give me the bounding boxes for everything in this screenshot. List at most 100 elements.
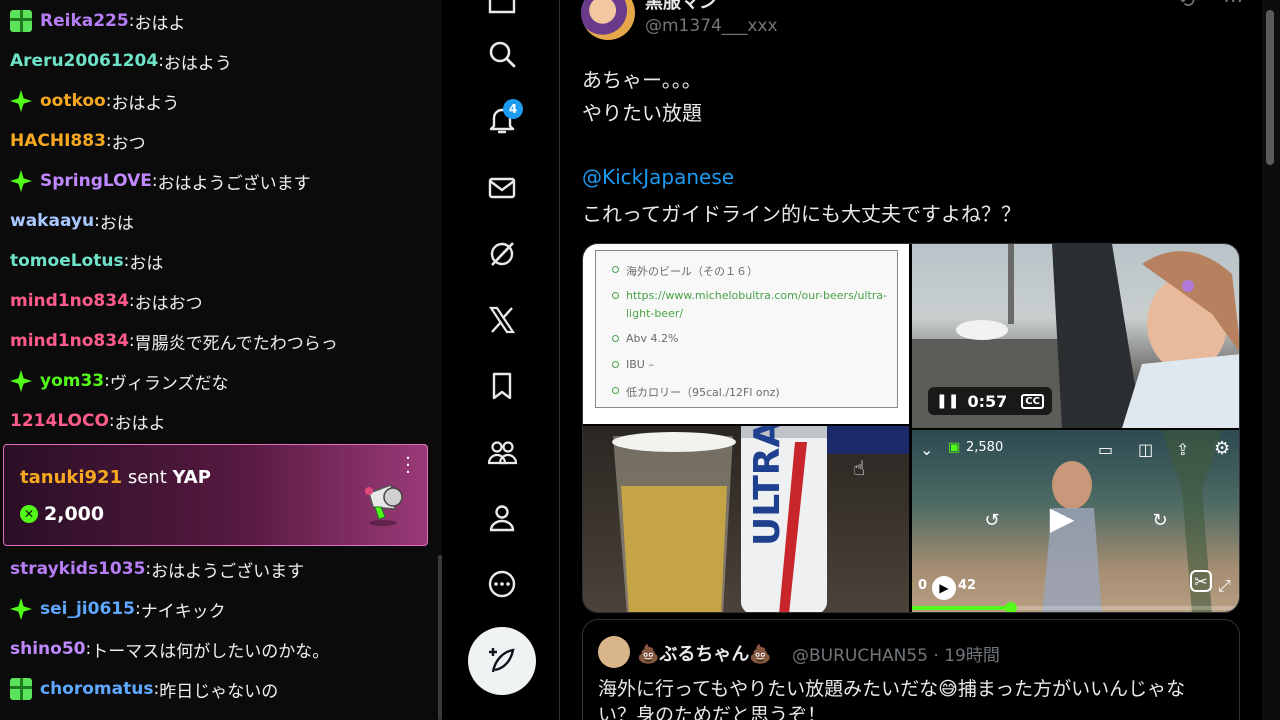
chat-username[interactable]: yom33 (40, 371, 104, 391)
chat-username[interactable]: Reika225 (40, 11, 129, 31)
chat-message: HACHI883: おつ (10, 128, 146, 154)
share-icon[interactable]: ⇪ (1176, 440, 1189, 459)
more-icon[interactable] (484, 566, 520, 602)
profile-icon[interactable] (484, 500, 520, 536)
doc-link: https://www.michelobultra.com/our-beers/… (626, 289, 888, 302)
author-handle[interactable]: @m1374___xxx (645, 16, 778, 36)
sparkle-badge-icon (10, 370, 32, 392)
chat-message: mind1no834: おはおつ (10, 288, 203, 314)
pause-icon[interactable]: ❚❚ (936, 393, 959, 409)
chat-message-text: おは (99, 213, 134, 234)
doc-item: Abv 4.2% (626, 332, 679, 345)
gift-amount: 2,000 (44, 503, 105, 525)
clip-edit-icon[interactable]: ✂ (1190, 570, 1212, 592)
tweet-text-line: あちゃー。。。 (582, 68, 702, 92)
tweet-actions-top: ⟲ ⋯ (1178, 0, 1243, 12)
page-scroll-thumb[interactable] (1266, 10, 1274, 165)
chat-username[interactable]: 1214LOCO (10, 411, 109, 431)
tweet-text-line: やりたい放題 (582, 101, 702, 125)
beer-photo[interactable]: ULTRA ☝ (583, 426, 909, 612)
chat-message-text: おはよ (114, 413, 166, 434)
chat-message-text: おはおつ (134, 293, 203, 314)
chat-message-text: おつ (111, 133, 146, 154)
chat-message: choromatus: 昨日じゃないの (10, 676, 278, 702)
chat-message: mind1no834: 胃腸炎で死んでたわつらっ (10, 328, 338, 354)
chat-username[interactable]: choromatus (40, 679, 153, 699)
captions-icon[interactable]: CC (1021, 393, 1044, 409)
video-progress-knob[interactable] (1004, 602, 1017, 612)
chat-username[interactable]: straykids1035 (10, 559, 145, 579)
quote-author-name[interactable]: 💩ぶるちゃん💩 (637, 640, 772, 666)
chat-message-text: ヴィランズだな (109, 373, 229, 394)
play-icon[interactable]: ▶ (1042, 498, 1082, 538)
post-button[interactable] (468, 627, 536, 695)
chat-username[interactable]: mind1no834 (10, 331, 129, 351)
chat-username[interactable]: tomoeLotus (10, 251, 124, 271)
chat-message: shino50: トーマスは何がしたいのかな。 (10, 636, 329, 662)
quote-handle-time[interactable]: @BURUCHAN55 · 19時間 (792, 641, 1000, 666)
viewer-count: 2,580 (966, 440, 1004, 455)
forward-10-icon[interactable]: ↻ (1148, 508, 1172, 532)
play-small-icon[interactable]: ▶ (932, 576, 956, 600)
chat-message-text: トーマスは何がしたいのかな。 (91, 641, 330, 662)
communities-icon[interactable] (484, 434, 520, 470)
chat-message: yom33: ヴィランズだな (10, 368, 229, 394)
chat-message-text: 胃腸炎で死んでたわつらっ (134, 333, 338, 354)
quote-text-line: 海外に行ってもやりたい放題みたいだな😅捕まった方がいいんじゃな (598, 678, 1186, 700)
beer-illustration: ULTRA (612, 426, 909, 612)
gear-icon[interactable]: ⚙ (1214, 438, 1230, 459)
search-icon[interactable] (484, 36, 520, 72)
bullet-icon (612, 292, 619, 299)
gift-notification-card: tanuki921 sent YAP ✕ 2,000 · · · (3, 444, 428, 546)
chevron-down-icon[interactable]: ⌄ (920, 440, 933, 459)
grok-icon[interactable]: ⟲ (1178, 0, 1195, 12)
chat-username[interactable]: SpringLOVE (40, 171, 152, 191)
sparkle-badge-icon (10, 170, 32, 192)
mention-link[interactable]: @KickJapanese (582, 165, 734, 189)
video-controls-pill: ❚❚ 0:57 CC (928, 387, 1052, 415)
chat-username[interactable]: ootkoo (40, 91, 106, 111)
gift-amount-row: ✕ 2,000 (20, 503, 104, 525)
chat-message: tomoeLotus: おは (10, 248, 163, 274)
chat-scrollbar[interactable] (438, 555, 442, 720)
x-logo-icon[interactable] (484, 302, 520, 338)
chat-message-text: ナイキック (140, 601, 226, 622)
gift-sender-name[interactable]: tanuki921 (20, 467, 122, 488)
megaphone-gift-icon (365, 483, 403, 526)
chat-username[interactable]: HACHI883 (10, 131, 106, 151)
gift-badge-icon (10, 10, 32, 32)
media-grid: 海外のビール（その１６） https://www.michelobultra.c… (582, 243, 1240, 613)
sparkle-badge-icon (10, 90, 32, 112)
video-player-1[interactable]: ❚❚ 0:57 CC (912, 244, 1239, 428)
expand-icon[interactable]: ⤢ (1218, 576, 1231, 596)
gift-badge-icon (10, 678, 32, 700)
chat-message-text: おは (129, 253, 164, 274)
cast-icon[interactable]: ◫ (1138, 440, 1153, 459)
grok-icon[interactable] (484, 236, 520, 272)
video-progress-track[interactable] (912, 602, 1239, 612)
kebab-menu-icon[interactable]: · · · (401, 450, 415, 482)
doc-item: IBU – (626, 358, 654, 371)
quote-avatar[interactable] (598, 636, 630, 668)
gift-item: YAP (172, 467, 211, 488)
bookmark-icon[interactable] (484, 368, 520, 404)
clip-icon[interactable]: ▭ (1098, 440, 1113, 459)
chat-username[interactable]: sei_ji0615 (40, 599, 135, 619)
cursor-icon: ☝ (853, 456, 866, 480)
video-player-2[interactable]: ⌄ ▣ 2,580 ▭ ◫ ⇪ ⚙ ↺ ▶ ↻ ▶ 0 42 ✂ ⤢ (912, 430, 1239, 612)
video-time-start: 0 (918, 578, 928, 593)
chat-username[interactable]: Areru20061204 (10, 51, 158, 71)
chat-username[interactable]: wakaayu (10, 211, 94, 231)
chat-username[interactable]: mind1no834 (10, 291, 129, 311)
more-options-icon[interactable]: ⋯ (1223, 0, 1243, 12)
doc-item: 低カロリー（95cal./12Fl onz) (626, 386, 780, 399)
chat-username[interactable]: shino50 (10, 639, 86, 659)
mail-icon[interactable] (484, 170, 520, 206)
home-icon[interactable] (484, 0, 520, 18)
rewind-10-icon[interactable]: ↺ (980, 508, 1004, 532)
doc-link: light-beer/ (626, 307, 684, 320)
doc-item: 海外のビール（その１６） (626, 265, 758, 278)
document-image[interactable]: 海外のビール（その１６） https://www.michelobultra.c… (583, 244, 909, 424)
chat-message-text: おはよう (163, 53, 232, 74)
author-name[interactable]: 黒服マン (645, 0, 717, 14)
